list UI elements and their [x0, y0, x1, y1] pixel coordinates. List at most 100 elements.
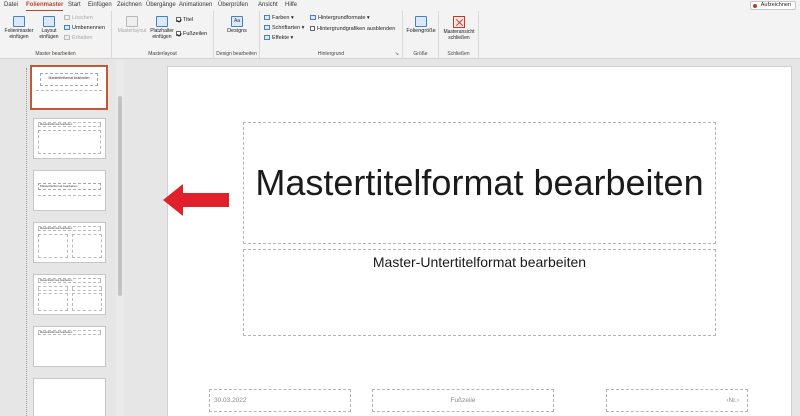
group-master-edit: Folienmaster einfügen Layout einfügen Lö… — [0, 11, 112, 59]
rename-button[interactable]: Umbenennen — [64, 25, 105, 31]
slide-size-icon — [415, 16, 427, 27]
footer-text: Fußzeile — [450, 397, 476, 404]
slide-number-placeholder[interactable]: ‹Nr.› — [606, 389, 748, 412]
group-close: Masteransicht schließen Schließen — [439, 11, 479, 59]
delete-label: Löschen — [72, 15, 93, 21]
layout-tree-line — [26, 68, 27, 416]
menu-bar: Datei Folienmaster Start Einfügen Zeichn… — [0, 0, 800, 11]
thumbnail-text-box — [38, 195, 101, 196]
palette-icon — [264, 15, 270, 21]
master-layout-button[interactable]: Masterlayout — [116, 16, 148, 34]
group-label-size: Größe — [413, 51, 428, 57]
close-master-view-button[interactable]: Masteransicht schließen — [442, 16, 476, 41]
tab-file[interactable]: Datei — [4, 1, 18, 11]
thumbnail-right-header — [72, 286, 102, 291]
tab-review[interactable]: Überprüfen — [218, 1, 248, 11]
group-label-master-edit: Master bearbeiten — [35, 51, 76, 57]
preserve-label: Erhalten — [72, 35, 93, 41]
pin-icon — [64, 35, 70, 41]
group-size: Foliengröße Größe — [403, 11, 439, 59]
thumbnail-scrollbar[interactable] — [116, 60, 124, 416]
rename-label: Umbenennen — [72, 25, 106, 31]
record-label: Aufzeichnen — [760, 2, 791, 8]
preserve-button[interactable]: Erhalten — [64, 35, 93, 41]
group-master-layout: Masterlayout Platzhalter einfügen Titel … — [112, 11, 214, 59]
subtitle-placeholder[interactable]: Master-Untertitelformat bearbeiten — [243, 249, 716, 336]
insert-placeholder-label: Platzhalter einfügen — [150, 28, 174, 40]
master-layout-label: Masterlayout — [117, 28, 147, 34]
thumbnail-layout-title-only[interactable]: Mastertitelformat bearbeiten — [33, 326, 106, 367]
insert-placeholder-button[interactable]: Platzhalter einfügen — [148, 16, 176, 40]
designs-label: Designs — [227, 28, 247, 34]
tab-transitions[interactable]: Übergänge — [146, 1, 176, 11]
slide-editor: Mastertitelformat bearbeiten Master-Unte… — [125, 60, 800, 416]
close-icon — [453, 16, 465, 28]
group-label-design-edit: Design bearbeiten — [216, 51, 257, 57]
slide-size-label: Foliengröße — [406, 28, 436, 34]
fonts-dropdown[interactable]: Schriftarten ▾ — [264, 25, 304, 31]
checkbox-icon — [310, 26, 315, 32]
scrollbar-thumb[interactable] — [118, 96, 122, 296]
tab-home[interactable]: Start — [68, 1, 81, 11]
thumbnail-layout-two-content[interactable]: Mastertitelformat bearbeiten — [33, 222, 106, 263]
thumbnail-layout-title: Mastertitelformat bearbeiten — [38, 183, 101, 190]
hide-bg-graphics-checkbox[interactable]: Hintergrundgrafiken ausblenden — [310, 26, 395, 32]
tab-view[interactable]: Ansicht — [258, 1, 278, 11]
ribbon: Folienmaster einfügen Layout einfügen Lö… — [0, 11, 800, 59]
delete-icon — [64, 15, 70, 21]
thumbnail-layout-title: Mastertitelformat bearbeiten — [38, 122, 101, 127]
tab-slide-master[interactable]: Folienmaster — [26, 1, 64, 11]
thumbnail-right-box — [72, 293, 102, 311]
group-background: Farben ▾ Schriftarten ▾ Effekte ▾ Hinter… — [260, 11, 403, 59]
red-arrow-annotation — [163, 184, 229, 216]
effects-label: Effekte — [272, 35, 290, 41]
rename-icon — [64, 25, 70, 31]
footer-check-label: Fußzeilen — [183, 31, 208, 37]
footer-checkbox[interactable]: Fußzeilen — [176, 31, 207, 37]
colors-label: Farben — [272, 15, 290, 21]
thumbnail-right-box — [72, 234, 102, 258]
background-icon — [310, 15, 316, 21]
title-placeholder[interactable]: Mastertitelformat bearbeiten — [243, 122, 716, 244]
slide-size-button[interactable]: Foliengröße — [406, 16, 436, 34]
bg-formats-label: Hintergrundformate — [318, 15, 366, 21]
record-button[interactable]: Aufzeichnen — [749, 1, 796, 10]
thumbnail-subtitle-box — [36, 90, 102, 91]
placeholder-icon — [156, 16, 168, 27]
tab-insert[interactable]: Einfügen — [88, 1, 112, 11]
colors-dropdown[interactable]: Farben ▾ — [264, 15, 294, 21]
tab-help[interactable]: Hilfe — [285, 1, 297, 11]
group-label-background: Hintergrund — [317, 51, 345, 57]
thumbnail-layout-title: Mastertitelformat bearbeiten — [38, 330, 101, 335]
group-design-edit: Aa Designs Design bearbeiten — [214, 11, 260, 59]
slide-subtitle: Master-Untertitelformat bearbeiten — [372, 254, 587, 270]
group-label-master-layout: Masterlayout — [148, 51, 177, 57]
dialog-launcher-icon[interactable]: ↘ — [395, 51, 399, 57]
thumbnail-title: Mastertitelformat bearbeiten — [40, 73, 98, 86]
insert-master-button[interactable]: Folienmaster einfügen — [4, 16, 34, 40]
tab-animations[interactable]: Animationen — [179, 1, 212, 11]
insert-layout-label: Layout einfügen — [39, 28, 59, 40]
designs-button[interactable]: Aa Designs — [222, 16, 252, 34]
thumbnail-layout-title: Mastertitelformat bearbeiten — [38, 226, 101, 231]
slide-title: Mastertitelformat bearbeiten — [255, 162, 704, 203]
date-placeholder[interactable]: 30.03.2022 — [209, 389, 351, 412]
bg-formats-dropdown[interactable]: Hintergrundformate ▾ — [310, 15, 370, 21]
thumbnail-layout-blank[interactable] — [33, 378, 106, 416]
effects-dropdown[interactable]: Effekte ▾ — [264, 35, 293, 41]
slide-thumbnail-pane: Mastertitelformat bearbeiten Mastertitel… — [0, 60, 125, 416]
date-text: 30.03.2022 — [214, 397, 247, 404]
footer-placeholder[interactable]: Fußzeile — [372, 389, 554, 412]
thumbnail-layout-title-content[interactable]: Mastertitelformat bearbeiten — [33, 118, 106, 159]
title-checkbox[interactable]: Titel — [176, 17, 193, 23]
insert-layout-button[interactable]: Layout einfügen — [36, 16, 62, 40]
hide-bg-graphics-label: Hintergrundgrafiken ausblenden — [317, 26, 396, 32]
tab-draw[interactable]: Zeichnen — [117, 1, 142, 11]
close-master-view-label: Masteransicht schließen — [443, 29, 475, 41]
thumbnail-slide-master[interactable]: Mastertitelformat bearbeiten — [30, 65, 108, 110]
thumbnail-layout-comparison[interactable]: Mastertitelformat bearbeiten — [33, 274, 106, 315]
delete-button[interactable]: Löschen — [64, 15, 93, 21]
thumbnail-layout-section[interactable]: Mastertitelformat bearbeiten — [33, 170, 106, 211]
slide-canvas[interactable]: Mastertitelformat bearbeiten Master-Unte… — [167, 66, 792, 416]
title-check-label: Titel — [183, 17, 194, 23]
